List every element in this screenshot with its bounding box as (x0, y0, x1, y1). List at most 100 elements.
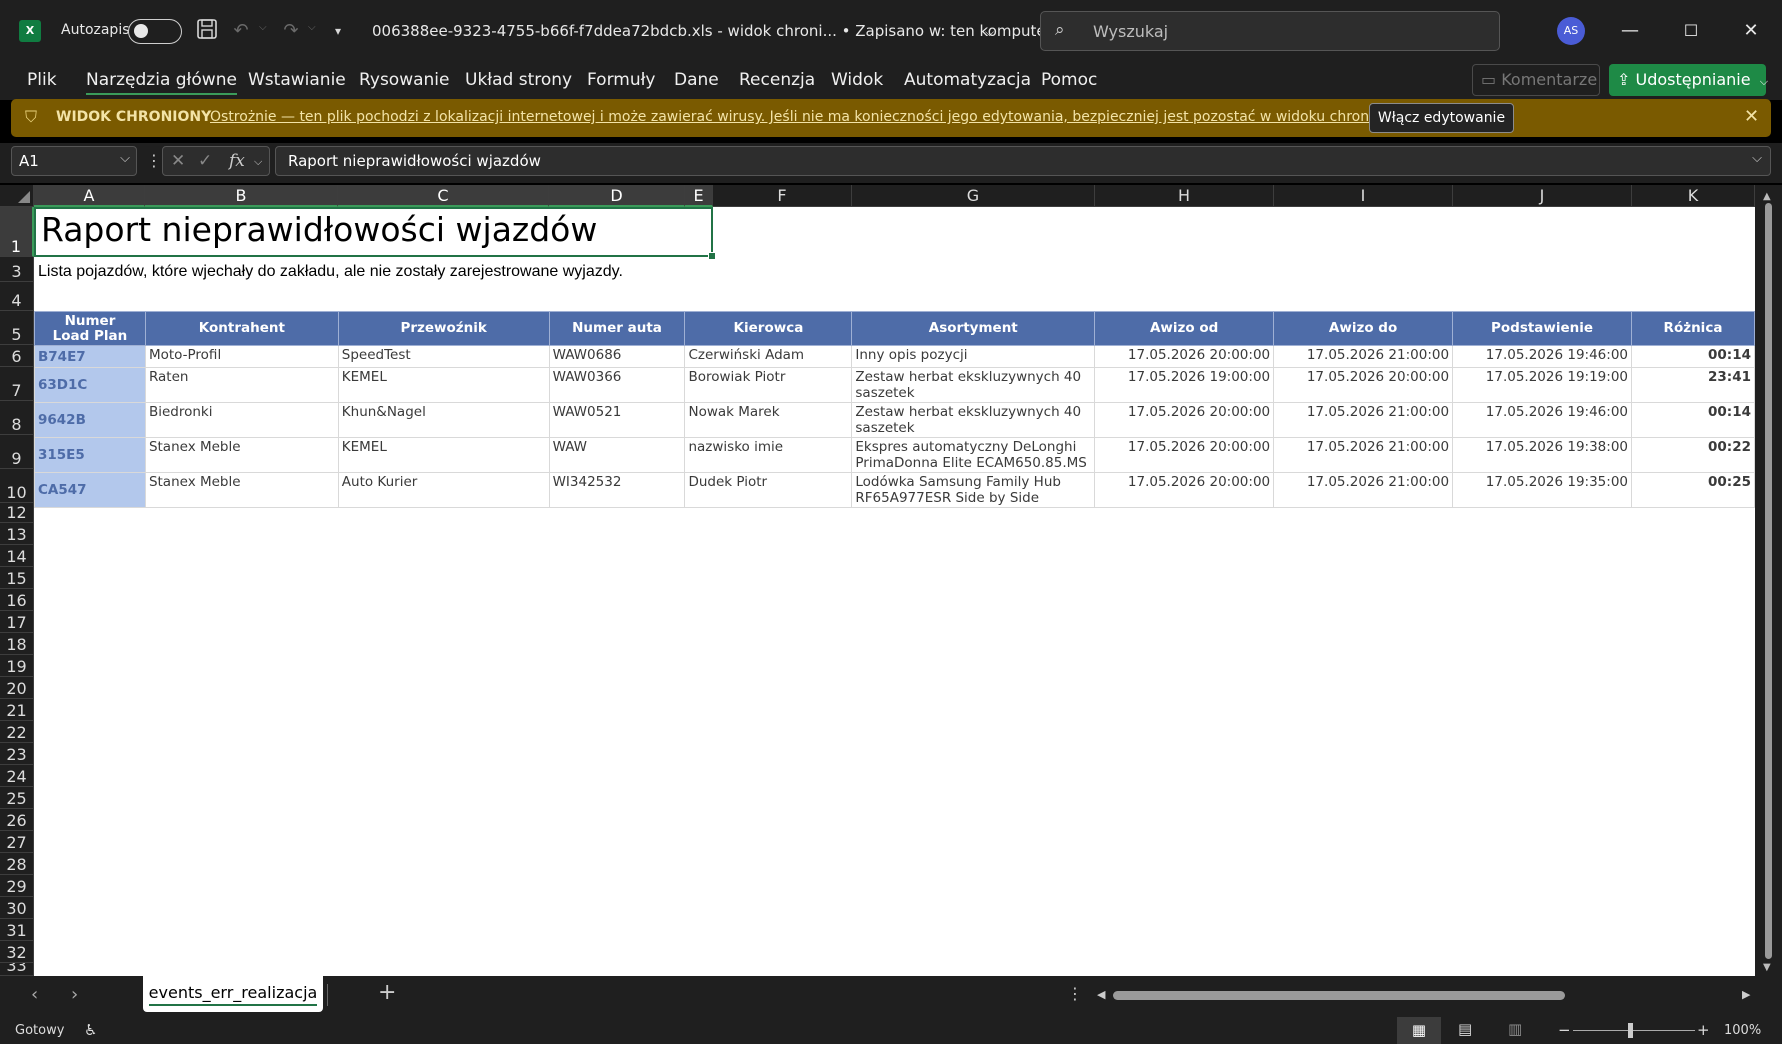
awizo-do-cell[interactable]: 17.05.2026 21:00:00 (1273, 402, 1454, 438)
kierowca-cell[interactable]: Borowiak Piotr (684, 367, 853, 403)
tab-pomoc[interactable]: Pomoc (1041, 70, 1097, 90)
numer-auta-cell[interactable]: WI342532 (548, 472, 686, 508)
scroll-down-icon[interactable]: ▼ (1763, 962, 1771, 973)
podstawienie-cell[interactable]: 17.05.2026 19:46:00 (1452, 345, 1632, 368)
column-header-awizo-do[interactable]: Awizo do (1273, 311, 1454, 346)
numer-auta-cell[interactable]: WAW0686 (548, 345, 686, 368)
column-header-awizo-od[interactable]: Awizo od (1094, 311, 1275, 346)
horizontal-scroll-thumb[interactable] (1113, 991, 1565, 1000)
asortyment-cell[interactable]: Inny opis pozycji (851, 345, 1096, 368)
row-header[interactable]: 3 (0, 257, 34, 282)
more-options-icon[interactable]: ⋮ (146, 151, 162, 170)
maximize-icon[interactable]: ☐ (1676, 16, 1706, 46)
page-break-view-icon[interactable]: ▥ (1508, 1020, 1522, 1038)
zoom-in-icon[interactable]: + (1697, 1021, 1710, 1039)
row-header[interactable]: 26 (0, 809, 34, 831)
awizo-od-cell[interactable]: 17.05.2026 20:00:00 (1094, 472, 1275, 508)
row-header[interactable]: 32 (0, 941, 34, 963)
podstawienie-cell[interactable]: 17.05.2026 19:38:00 (1452, 437, 1632, 473)
roznica-cell[interactable]: 00:25 (1631, 472, 1755, 508)
minimize-icon[interactable]: — (1615, 16, 1645, 46)
column-header-load-plan[interactable]: Numer Load Plan (34, 311, 146, 346)
column-header-przewoznik[interactable]: Przewoźnik (337, 311, 550, 346)
column-header-kontrahent[interactable]: Kontrahent (144, 311, 339, 346)
zoom-out-icon[interactable]: − (1558, 1021, 1571, 1039)
insert-function-icon[interactable]: fx (229, 151, 245, 171)
tab-rysowanie[interactable]: Rysowanie (359, 70, 449, 90)
column-header-e[interactable]: E (685, 185, 713, 207)
column-header-b[interactable]: B (145, 185, 338, 207)
chevron-right-icon[interactable]: › (71, 984, 78, 1005)
scroll-left-icon[interactable]: ◀ (1097, 988, 1105, 1001)
column-header-c[interactable]: C (338, 185, 549, 207)
report-subtitle[interactable]: Lista pojazdów, które wjechały do zakład… (38, 263, 623, 281)
podstawienie-cell[interactable]: 17.05.2026 19:35:00 (1452, 472, 1632, 508)
cancel-icon[interactable]: ✕ (171, 151, 185, 171)
awizo-od-cell[interactable]: 17.05.2026 20:00:00 (1094, 437, 1275, 473)
asortyment-cell[interactable]: Zestaw herbat ekskluzywnych 40 saszetek (851, 402, 1096, 438)
more-options-icon[interactable]: ⋮ (1067, 984, 1083, 1003)
sheet-canvas[interactable]: Raport nieprawidłowości wjazdów Lista po… (34, 207, 1755, 976)
awizo-do-cell[interactable]: 17.05.2026 21:00:00 (1273, 437, 1454, 473)
row-header[interactable]: 12 (0, 503, 34, 523)
column-header-d[interactable]: D (549, 185, 685, 207)
row-header[interactable]: 27 (0, 831, 34, 853)
row-header[interactable]: 14 (0, 545, 34, 567)
column-header-numer-auta[interactable]: Numer auta (548, 311, 686, 346)
roznica-cell[interactable]: 00:14 (1631, 345, 1755, 368)
kierowca-cell[interactable]: Nowak Marek (684, 402, 853, 438)
tab-formuly[interactable]: Formuły (587, 70, 656, 90)
numer-auta-cell[interactable]: WAW (548, 437, 686, 473)
share-dropdown-icon[interactable]: ⌵ (1760, 75, 1768, 88)
normal-view-icon[interactable]: ▦ (1397, 1017, 1441, 1044)
row-header[interactable]: 33 (0, 963, 34, 976)
kontrahent-cell[interactable]: Biedronki (144, 402, 339, 438)
redo-dropdown-icon[interactable]: ⌵ (308, 22, 316, 33)
document-title[interactable]: 006388ee-9323-4755-b66f-f7ddea72bdcb.xls… (372, 22, 1052, 40)
protected-view-message[interactable]: Ostrożnie — ten plik pochodzi z lokaliza… (210, 109, 1417, 125)
asortyment-cell[interactable]: Ekspres automatyczny DeLonghi PrimaDonna… (851, 437, 1096, 473)
row-header[interactable]: 10 (0, 469, 34, 503)
tab-recenzja[interactable]: Recenzja (739, 70, 815, 90)
podstawienie-cell[interactable]: 17.05.2026 19:19:00 (1452, 367, 1632, 403)
report-title-cell[interactable]: Raport nieprawidłowości wjazdów (34, 207, 716, 260)
close-window-icon[interactable]: ✕ (1736, 16, 1766, 46)
vertical-scrollbar[interactable]: ▲ ▼ (1755, 185, 1782, 976)
roznica-cell[interactable]: 00:14 (1631, 402, 1755, 438)
tab-widok[interactable]: Widok (831, 70, 883, 90)
load-plan-cell[interactable]: B74E7 (34, 345, 146, 368)
row-header[interactable]: 23 (0, 743, 34, 765)
row-header[interactable]: 18 (0, 633, 34, 655)
tab-dane[interactable]: Dane (674, 70, 719, 90)
row-header[interactable]: 28 (0, 853, 34, 875)
function-dropdown-icon[interactable]: ⌵ (254, 155, 262, 169)
customize-toolbar-icon[interactable]: ▾ (325, 18, 351, 44)
redo-icon[interactable]: ↷ (278, 18, 304, 44)
kontrahent-cell[interactable]: Stanex Meble (144, 472, 339, 508)
awizo-do-cell[interactable]: 17.05.2026 20:00:00 (1273, 367, 1454, 403)
roznica-cell[interactable]: 00:22 (1631, 437, 1755, 473)
comments-button[interactable]: ▭ Komentarze (1472, 64, 1600, 96)
accessibility-icon[interactable]: ♿ (84, 1021, 97, 1039)
search-box[interactable]: ⌕ Wyszukaj (1040, 11, 1500, 51)
column-header-k[interactable]: K (1632, 185, 1755, 207)
roznica-cell[interactable]: 23:41 (1631, 367, 1755, 403)
kontrahent-cell[interactable]: Stanex Meble (144, 437, 339, 473)
numer-auta-cell[interactable]: WAW0366 (548, 367, 686, 403)
select-all-icon[interactable] (0, 185, 34, 207)
sheet-tab-events-err-realizacja[interactable]: events_err_realizacja (143, 976, 323, 1012)
przewoznik-cell[interactable]: Auto Kurier (337, 472, 550, 508)
column-header-j[interactable]: J (1453, 185, 1632, 207)
vertical-scroll-thumb[interactable] (1765, 203, 1772, 959)
row-header[interactable]: 7 (0, 367, 34, 401)
row-header[interactable]: 15 (0, 567, 34, 589)
chevron-down-icon[interactable]: ⌵ (120, 151, 130, 166)
awizo-od-cell[interactable]: 17.05.2026 20:00:00 (1094, 402, 1275, 438)
title-dropdown-icon[interactable]: ⌵ (985, 25, 994, 40)
column-header-f[interactable]: F (713, 185, 852, 207)
awizo-od-cell[interactable]: 17.05.2026 20:00:00 (1094, 345, 1275, 368)
zoom-slider-knob[interactable] (1628, 1023, 1633, 1038)
load-plan-cell[interactable]: 9642B (34, 402, 146, 438)
kontrahent-cell[interactable]: Moto-Profil (144, 345, 339, 368)
row-header[interactable]: 24 (0, 765, 34, 787)
